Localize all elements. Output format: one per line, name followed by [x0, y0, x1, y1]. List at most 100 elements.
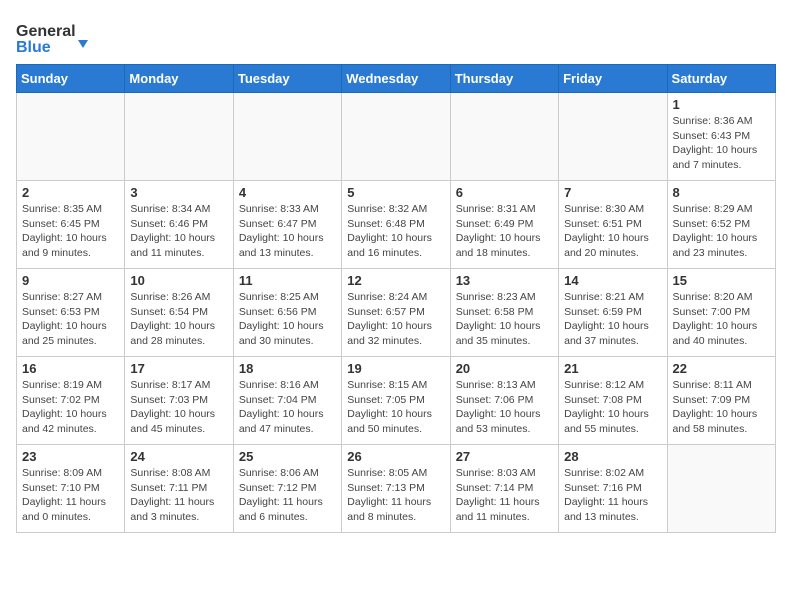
- day-info: Sunrise: 8:34 AM Sunset: 6:46 PM Dayligh…: [130, 202, 227, 261]
- day-number: 21: [564, 361, 661, 376]
- calendar-day-cell: 16 Sunrise: 8:19 AM Sunset: 7:02 PM Dayli…: [17, 357, 125, 445]
- calendar-day-cell: 17 Sunrise: 8:17 AM Sunset: 7:03 PM Dayli…: [125, 357, 233, 445]
- calendar-day-cell: 8 Sunrise: 8:29 AM Sunset: 6:52 PM Daylig…: [667, 181, 775, 269]
- day-info: Sunrise: 8:05 AM Sunset: 7:13 PM Dayligh…: [347, 466, 444, 525]
- day-number: 14: [564, 273, 661, 288]
- calendar-day-cell: 28Sunrise: 8:02 AM Sunset: 7:16 PM Dayli…: [559, 445, 667, 533]
- calendar-day-cell: [667, 445, 775, 533]
- day-info: Sunrise: 8:29 AM Sunset: 6:52 PM Dayligh…: [673, 202, 770, 261]
- calendar-day-cell: 13 Sunrise: 8:23 AM Sunset: 6:58 PM Dayli…: [450, 269, 558, 357]
- day-number: 7: [564, 185, 661, 200]
- day-number: 2: [22, 185, 119, 200]
- day-number: 11: [239, 273, 336, 288]
- calendar-day-cell: [125, 93, 233, 181]
- day-info: Sunrise: 8:23 AM Sunset: 6:58 PM Dayligh…: [456, 290, 553, 349]
- day-info: Sunrise: 8:25 AM Sunset: 6:56 PM Dayligh…: [239, 290, 336, 349]
- day-number: 1: [673, 97, 770, 112]
- calendar-day-cell: 22 Sunrise: 8:11 AM Sunset: 7:09 PM Dayli…: [667, 357, 775, 445]
- weekday-header: Tuesday: [233, 65, 341, 93]
- calendar-day-cell: 4Sunrise: 8:33 AM Sunset: 6:47 PM Daylig…: [233, 181, 341, 269]
- page-container: General Blue SundayMondayTuesdayWednesda…: [0, 0, 792, 541]
- calendar-day-cell: 7 Sunrise: 8:30 AM Sunset: 6:51 PM Daylig…: [559, 181, 667, 269]
- weekday-header: Wednesday: [342, 65, 450, 93]
- calendar-day-cell: 2 Sunrise: 8:35 AM Sunset: 6:45 PM Daylig…: [17, 181, 125, 269]
- calendar-week-row: 1 Sunrise: 8:36 AM Sunset: 6:43 PM Daylig…: [17, 93, 776, 181]
- day-info: Sunrise: 8:11 AM Sunset: 7:09 PM Dayligh…: [673, 378, 770, 437]
- day-info: Sunrise: 8:09 AM Sunset: 7:10 PM Dayligh…: [22, 466, 119, 525]
- calendar-day-cell: 21 Sunrise: 8:12 AM Sunset: 7:08 PM Dayli…: [559, 357, 667, 445]
- day-number: 9: [22, 273, 119, 288]
- day-number: 28: [564, 449, 661, 464]
- day-number: 8: [673, 185, 770, 200]
- day-info: Sunrise: 8:03 AM Sunset: 7:14 PM Dayligh…: [456, 466, 553, 525]
- day-number: 16: [22, 361, 119, 376]
- calendar-week-row: 23 Sunrise: 8:09 AM Sunset: 7:10 PM Dayli…: [17, 445, 776, 533]
- day-number: 22: [673, 361, 770, 376]
- calendar-day-cell: 5 Sunrise: 8:32 AM Sunset: 6:48 PM Daylig…: [342, 181, 450, 269]
- day-info: Sunrise: 8:32 AM Sunset: 6:48 PM Dayligh…: [347, 202, 444, 261]
- day-number: 27: [456, 449, 553, 464]
- calendar-day-cell: 15 Sunrise: 8:20 AM Sunset: 7:00 PM Dayli…: [667, 269, 775, 357]
- calendar-day-cell: [342, 93, 450, 181]
- calendar-day-cell: 19 Sunrise: 8:15 AM Sunset: 7:05 PM Dayli…: [342, 357, 450, 445]
- day-info: Sunrise: 8:08 AM Sunset: 7:11 PM Dayligh…: [130, 466, 227, 525]
- weekday-header: Friday: [559, 65, 667, 93]
- calendar-table: SundayMondayTuesdayWednesdayThursdayFrid…: [16, 64, 776, 533]
- calendar-day-cell: 26 Sunrise: 8:05 AM Sunset: 7:13 PM Dayli…: [342, 445, 450, 533]
- day-number: 12: [347, 273, 444, 288]
- weekday-header: Monday: [125, 65, 233, 93]
- day-info: Sunrise: 8:20 AM Sunset: 7:00 PM Dayligh…: [673, 290, 770, 349]
- calendar-day-cell: 1 Sunrise: 8:36 AM Sunset: 6:43 PM Daylig…: [667, 93, 775, 181]
- day-info: Sunrise: 8:35 AM Sunset: 6:45 PM Dayligh…: [22, 202, 119, 261]
- day-info: Sunrise: 8:21 AM Sunset: 6:59 PM Dayligh…: [564, 290, 661, 349]
- header: General Blue: [16, 16, 776, 56]
- day-info: Sunrise: 8:31 AM Sunset: 6:49 PM Dayligh…: [456, 202, 553, 261]
- svg-text:Blue: Blue: [16, 39, 51, 56]
- day-info: Sunrise: 8:24 AM Sunset: 6:57 PM Dayligh…: [347, 290, 444, 349]
- calendar-day-cell: [233, 93, 341, 181]
- calendar-day-cell: 6Sunrise: 8:31 AM Sunset: 6:49 PM Daylig…: [450, 181, 558, 269]
- weekday-header: Sunday: [17, 65, 125, 93]
- day-number: 13: [456, 273, 553, 288]
- day-info: Sunrise: 8:13 AM Sunset: 7:06 PM Dayligh…: [456, 378, 553, 437]
- calendar-day-cell: 18 Sunrise: 8:16 AM Sunset: 7:04 PM Dayli…: [233, 357, 341, 445]
- calendar-day-cell: 20 Sunrise: 8:13 AM Sunset: 7:06 PM Dayli…: [450, 357, 558, 445]
- calendar-day-cell: 10Sunrise: 8:26 AM Sunset: 6:54 PM Dayli…: [125, 269, 233, 357]
- calendar-day-cell: 11 Sunrise: 8:25 AM Sunset: 6:56 PM Dayli…: [233, 269, 341, 357]
- day-number: 18: [239, 361, 336, 376]
- calendar-day-cell: 3 Sunrise: 8:34 AM Sunset: 6:46 PM Daylig…: [125, 181, 233, 269]
- weekday-header: Saturday: [667, 65, 775, 93]
- day-number: 20: [456, 361, 553, 376]
- day-number: 23: [22, 449, 119, 464]
- calendar-header-row: SundayMondayTuesdayWednesdayThursdayFrid…: [17, 65, 776, 93]
- day-info: Sunrise: 8:15 AM Sunset: 7:05 PM Dayligh…: [347, 378, 444, 437]
- day-number: 19: [347, 361, 444, 376]
- day-info: Sunrise: 8:19 AM Sunset: 7:02 PM Dayligh…: [22, 378, 119, 437]
- day-info: Sunrise: 8:30 AM Sunset: 6:51 PM Dayligh…: [564, 202, 661, 261]
- day-number: 25: [239, 449, 336, 464]
- day-info: Sunrise: 8:16 AM Sunset: 7:04 PM Dayligh…: [239, 378, 336, 437]
- day-number: 24: [130, 449, 227, 464]
- day-number: 26: [347, 449, 444, 464]
- day-number: 5: [347, 185, 444, 200]
- calendar-day-cell: 23 Sunrise: 8:09 AM Sunset: 7:10 PM Dayli…: [17, 445, 125, 533]
- day-info: Sunrise: 8:17 AM Sunset: 7:03 PM Dayligh…: [130, 378, 227, 437]
- calendar-day-cell: 24 Sunrise: 8:08 AM Sunset: 7:11 PM Dayli…: [125, 445, 233, 533]
- calendar-week-row: 16 Sunrise: 8:19 AM Sunset: 7:02 PM Dayli…: [17, 357, 776, 445]
- svg-text:General: General: [16, 23, 76, 40]
- calendar-day-cell: [559, 93, 667, 181]
- calendar-day-cell: 12 Sunrise: 8:24 AM Sunset: 6:57 PM Dayli…: [342, 269, 450, 357]
- day-info: Sunrise: 8:12 AM Sunset: 7:08 PM Dayligh…: [564, 378, 661, 437]
- day-info: Sunrise: 8:33 AM Sunset: 6:47 PM Dayligh…: [239, 202, 336, 261]
- day-info: Sunrise: 8:36 AM Sunset: 6:43 PM Dayligh…: [673, 114, 770, 173]
- calendar-day-cell: 27 Sunrise: 8:03 AM Sunset: 7:14 PM Dayli…: [450, 445, 558, 533]
- logo-svg: General Blue: [16, 16, 106, 56]
- day-number: 17: [130, 361, 227, 376]
- day-number: 15: [673, 273, 770, 288]
- calendar-week-row: 9Sunrise: 8:27 AM Sunset: 6:53 PM Daylig…: [17, 269, 776, 357]
- logo: General Blue: [16, 16, 106, 56]
- day-number: 3: [130, 185, 227, 200]
- day-info: Sunrise: 8:06 AM Sunset: 7:12 PM Dayligh…: [239, 466, 336, 525]
- calendar-day-cell: [450, 93, 558, 181]
- calendar-day-cell: 25 Sunrise: 8:06 AM Sunset: 7:12 PM Dayli…: [233, 445, 341, 533]
